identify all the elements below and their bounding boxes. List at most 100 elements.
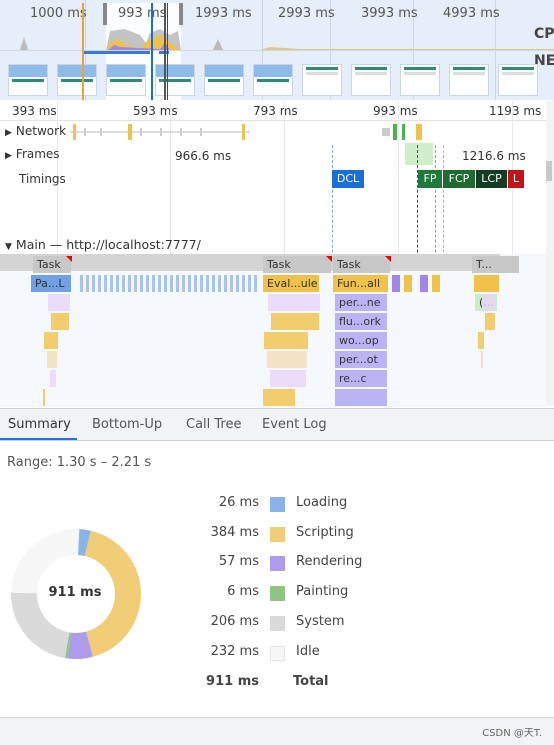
details-tabs: Summary Bottom-Up Call Tree Event Log [0, 408, 554, 441]
timing-marker-dcl[interactable]: DCL [332, 170, 364, 188]
flame-slice[interactable] [200, 275, 203, 292]
parse-html-block[interactable]: Pa...L [31, 275, 71, 292]
stack-frame-block[interactable]: flu...ork [335, 313, 387, 330]
stack-frame-block[interactable]: per...ne [335, 294, 387, 311]
flame-slice[interactable] [482, 294, 496, 311]
active-tab-indicator [0, 438, 77, 440]
flame-slice[interactable] [164, 275, 167, 292]
flame-slice[interactable] [478, 332, 484, 349]
flame-slice[interactable] [104, 275, 107, 292]
selection-handle-right[interactable] [179, 3, 183, 25]
stack-frame-block[interactable]: wo...op [335, 332, 387, 349]
frames-track-toggle[interactable]: ▶ Frames [5, 147, 60, 161]
flame-slice[interactable] [86, 275, 89, 292]
timing-marker-fp[interactable]: FP [418, 170, 442, 188]
flame-slice[interactable] [128, 275, 131, 292]
flame-slice[interactable] [481, 351, 483, 368]
stack-frame-block[interactable] [335, 389, 387, 406]
flame-slice[interactable] [110, 275, 113, 292]
flame-slice[interactable] [98, 275, 101, 292]
flame-slice[interactable] [485, 313, 495, 330]
flame-slice[interactable] [224, 275, 227, 292]
flame-slice[interactable] [264, 332, 308, 349]
flame-slice[interactable] [92, 275, 95, 292]
tab-summary[interactable]: Summary [8, 417, 71, 432]
flame-slice[interactable] [230, 275, 233, 292]
flame-slice[interactable] [140, 275, 143, 292]
flame-chart[interactable]: Task Task Task T... Pa...L Eval...ule Fun...al… [0, 254, 546, 407]
flame-slice[interactable] [146, 275, 149, 292]
flame-slice[interactable] [242, 275, 245, 292]
flame-slice[interactable] [44, 332, 58, 349]
frame-block[interactable] [405, 143, 433, 165]
flame-slice[interactable] [392, 275, 400, 292]
flame-slice[interactable] [212, 275, 215, 292]
screenshot-thumbnail[interactable] [8, 64, 48, 96]
flame-slice[interactable] [263, 389, 295, 406]
flame-slice[interactable] [206, 275, 209, 292]
ruler-label: 993 ms [373, 104, 418, 118]
screenshot-thumbnail[interactable] [57, 64, 97, 96]
flame-slice[interactable] [176, 275, 179, 292]
flame-slice[interactable] [194, 275, 197, 292]
flame-slice[interactable] [248, 275, 251, 292]
flame-slice[interactable] [404, 275, 412, 292]
flame-slice[interactable] [80, 275, 83, 292]
overview-time-label: 993 ms [118, 6, 167, 21]
stack-frame-block[interactable]: re...c [335, 370, 387, 387]
function-call-block[interactable]: Fun...all [333, 275, 388, 292]
flame-slice[interactable] [420, 275, 428, 292]
main-track-toggle[interactable]: ▼ Main — http://localhost:7777/ [5, 237, 201, 252]
flame-slice[interactable] [218, 275, 221, 292]
flame-slice[interactable] [182, 275, 185, 292]
flame-slice[interactable] [432, 275, 440, 292]
task-block[interactable]: T... [472, 256, 519, 273]
flame-slice[interactable] [116, 275, 119, 292]
network-track-toggle[interactable]: ▶ Network [5, 124, 66, 138]
timing-marker-lcp[interactable]: LCP [476, 170, 507, 188]
task-block[interactable]: Task [333, 256, 390, 273]
flame-slice[interactable] [158, 275, 161, 292]
flame-slice[interactable] [254, 275, 257, 292]
screenshot-thumbnail[interactable] [302, 64, 342, 96]
screenshot-thumbnail[interactable] [204, 64, 244, 96]
flame-slice[interactable] [270, 370, 306, 387]
tab-event-log[interactable]: Event Log [262, 417, 327, 432]
flame-slice[interactable] [474, 275, 499, 292]
main-track-label: Main — http://localhost:7777/ [15, 237, 201, 252]
flame-slice[interactable] [51, 313, 69, 330]
task-block[interactable]: Task [263, 256, 331, 273]
screenshot-thumbnail[interactable] [253, 64, 293, 96]
overview-time-label: 4993 ms [443, 6, 500, 21]
flame-slice[interactable] [152, 275, 155, 292]
timings-track-label: Timings [19, 172, 66, 186]
screenshot-thumbnail[interactable] [155, 64, 195, 96]
selection-handle-left[interactable] [103, 3, 107, 25]
stack-frame-block[interactable]: per...ot [335, 351, 387, 368]
flame-slice[interactable] [122, 275, 125, 292]
timing-marker-fcp[interactable]: FCP [443, 170, 475, 188]
flame-slice[interactable] [134, 275, 137, 292]
flame-slice[interactable] [47, 351, 57, 368]
flame-slice[interactable] [268, 294, 320, 311]
overview-time-label: 3993 ms [361, 6, 418, 21]
flame-slice[interactable] [170, 275, 173, 292]
screenshot-thumbnail[interactable] [400, 64, 440, 96]
flame-slice[interactable] [43, 389, 45, 406]
flame-slice[interactable] [48, 294, 70, 311]
flame-slice[interactable] [267, 351, 307, 368]
tab-call-tree[interactable]: Call Tree [186, 417, 242, 432]
screenshot-thumbnail[interactable] [106, 64, 146, 96]
screenshot-thumbnail[interactable] [351, 64, 391, 96]
screenshot-thumbnail[interactable] [449, 64, 489, 96]
flame-slice[interactable] [50, 370, 56, 387]
tab-bottom-up[interactable]: Bottom-Up [92, 417, 162, 432]
screenshot-thumbnail[interactable] [498, 64, 538, 96]
flame-slice[interactable] [188, 275, 191, 292]
evaluate-module-block[interactable]: Eval...ule [263, 275, 319, 292]
flame-slice[interactable] [236, 275, 239, 292]
scrollbar[interactable] [546, 101, 554, 406]
flame-slice[interactable] [271, 313, 319, 330]
timing-marker-load[interactable]: L [508, 170, 524, 188]
timeline-overview[interactable]: 1000 ms 993 ms 1993 ms 2993 ms 3993 ms 4… [0, 0, 554, 100]
